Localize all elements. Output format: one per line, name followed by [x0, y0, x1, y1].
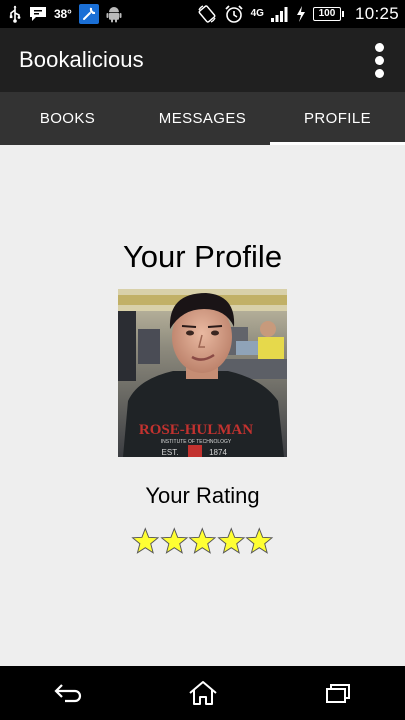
- app-bar: Bookalicious: [0, 28, 405, 92]
- back-icon[interactable]: [38, 673, 98, 713]
- signal-icon: [270, 4, 289, 24]
- profile-content: Your Profile ROSE-HULMAN INSTITUTE OF TE…: [0, 145, 405, 666]
- home-icon[interactable]: [173, 673, 233, 713]
- tab-messages[interactable]: MESSAGES: [135, 92, 270, 145]
- rating-stars[interactable]: [131, 526, 274, 558]
- rating-label: Your Rating: [145, 483, 260, 508]
- tab-profile[interactable]: PROFILE: [270, 92, 405, 145]
- charging-icon: [296, 4, 306, 24]
- shirt-est-text: EST.: [162, 448, 179, 457]
- alarm-icon: [224, 4, 244, 24]
- temperature-text: 38°: [54, 7, 72, 21]
- shirt-text: ROSE-HULMAN: [139, 422, 253, 438]
- message-icon: [29, 4, 47, 24]
- android-icon: [106, 4, 122, 24]
- recents-icon[interactable]: [308, 673, 368, 713]
- navigation-bar: [0, 666, 405, 720]
- battery-level-text: 100: [312, 7, 341, 21]
- usb-icon: [8, 4, 22, 24]
- status-bar-right: 4G 100 10:25: [197, 4, 399, 24]
- star-icon[interactable]: [245, 526, 274, 556]
- star-icon[interactable]: [131, 526, 160, 556]
- star-icon[interactable]: [188, 526, 217, 556]
- app-title: Bookalicious: [19, 47, 144, 72]
- status-bar: 38° 4G 100 10:25: [0, 0, 405, 28]
- shirt-year-text: 1874: [209, 448, 227, 457]
- profile-heading: Your Profile: [122, 239, 283, 274]
- tab-books[interactable]: BOOKS: [0, 92, 135, 145]
- battery-icon: 100: [312, 7, 344, 21]
- shirt-subtext: INSTITUTE OF TECHNOLOGY: [161, 439, 232, 445]
- wrench-icon: [78, 4, 99, 24]
- network-type-text: 4G: [250, 8, 264, 19]
- profile-photo[interactable]: ROSE-HULMAN INSTITUTE OF TECHNOLOGY EST.…: [118, 289, 287, 457]
- star-icon[interactable]: [159, 526, 189, 556]
- overflow-menu-icon[interactable]: [367, 40, 391, 80]
- clock-text: 10:25: [354, 4, 399, 23]
- rotation-icon: [197, 4, 217, 24]
- tab-bar: BOOKS MESSAGES PROFILE: [0, 92, 405, 145]
- star-icon[interactable]: [217, 526, 246, 556]
- status-bar-left: 38°: [8, 4, 122, 24]
